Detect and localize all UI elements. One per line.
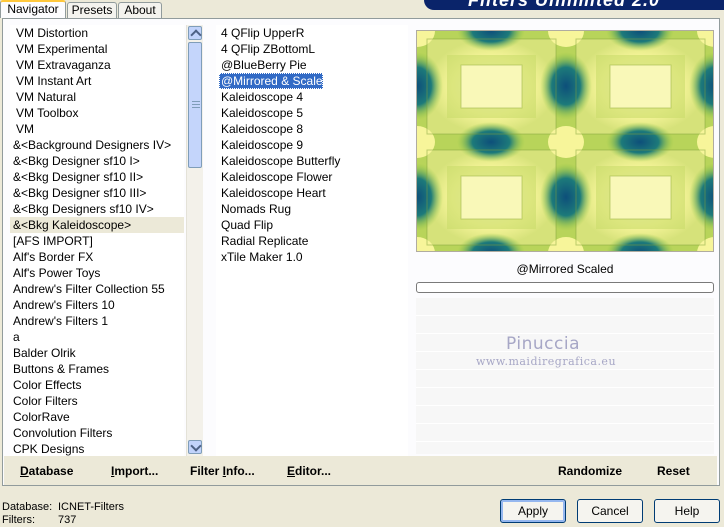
category-item[interactable]: Color Effects <box>10 377 184 393</box>
filter-info-label-pre: Filter <box>190 464 223 478</box>
database-status-value: ICNET-Filters <box>58 501 124 513</box>
filter-item[interactable]: @BlueBerry Pie <box>219 57 408 73</box>
filter-item[interactable]: Kaleidoscope 8 <box>219 121 408 137</box>
category-item[interactable]: &<Bkg Designers sf10 IV> <box>10 201 184 217</box>
help-button[interactable]: Help <box>654 499 720 523</box>
filter-list[interactable]: 4 QFlip UpperR 4 QFlip ZBottomL @BlueBerry… <box>216 25 408 457</box>
filter-item[interactable]: Quad Flip <box>219 217 408 233</box>
tab-navigator[interactable]: Navigator <box>0 0 66 18</box>
category-item[interactable]: Balder Olrik <box>10 345 184 361</box>
filter-item[interactable]: Kaleidoscope Butterfly <box>219 153 408 169</box>
category-item[interactable]: Convolution Filters <box>10 425 184 441</box>
category-item[interactable]: &<Bkg Designer sf10 II> <box>10 169 184 185</box>
filter-item[interactable]: Kaleidoscope 5 <box>219 105 408 121</box>
filter-item[interactable]: Kaleidoscope Heart <box>219 185 408 201</box>
filter-item[interactable]: @Mirrored & Scaled <box>219 73 329 89</box>
category-item[interactable]: VM Experimental <box>10 41 184 57</box>
parameter-area <box>416 298 714 454</box>
filter-item[interactable]: 4 QFlip ZBottomL <box>219 41 408 57</box>
scroll-down-icon[interactable] <box>188 440 202 454</box>
category-item[interactable]: &<Bkg Designer sf10 III> <box>10 185 184 201</box>
category-item[interactable]: Buttons & Frames <box>10 361 184 377</box>
category-item[interactable]: Alf's Power Toys <box>10 265 184 281</box>
database-button[interactable]: Database <box>20 464 73 478</box>
tab-about[interactable]: About <box>118 2 162 18</box>
category-item[interactable]: Andrew's Filters 1 <box>10 313 184 329</box>
category-item[interactable]: VM Toolbox <box>10 105 184 121</box>
apply-button[interactable]: Apply <box>500 499 566 523</box>
category-item[interactable]: VM <box>10 121 184 137</box>
randomize-button[interactable]: Randomize <box>558 464 622 478</box>
import-button[interactable]: Import... <box>111 464 158 478</box>
database-status-label: Database: <box>2 501 53 513</box>
category-item[interactable]: ColorRave <box>10 409 184 425</box>
category-item[interactable]: [AFS IMPORT] <box>10 233 184 249</box>
category-item[interactable]: Alf's Border FX <box>10 249 184 265</box>
filter-info-label-post: nfo... <box>226 464 255 478</box>
category-item[interactable]: CPK Designs <box>10 441 184 457</box>
category-item[interactable]: &<Bkg Kaleidoscope> <box>10 217 184 233</box>
filter-info-button[interactable]: Filter Info... <box>190 464 255 478</box>
scroll-thumb[interactable] <box>188 42 202 168</box>
filter-item[interactable]: Kaleidoscope 9 <box>219 137 408 153</box>
category-item[interactable]: VM Extravaganza <box>10 57 184 73</box>
watermark-url: www.maidiregrafica.eu <box>476 355 617 368</box>
category-item[interactable]: Andrew's Filter Collection 55 <box>10 281 184 297</box>
watermark-name: Pinuccia <box>506 334 580 354</box>
selected-filter-name: @Mirrored Scaled <box>516 262 614 276</box>
editor-accel: E <box>287 464 296 478</box>
cancel-button[interactable]: Cancel <box>577 499 643 523</box>
app-banner: Filters Unlimited 2.0 <box>424 0 724 10</box>
filter-item[interactable]: Kaleidoscope 4 <box>219 89 408 105</box>
category-item[interactable]: &<Background Designers IV> <box>10 137 184 153</box>
filter-item[interactable]: Nomads Rug <box>219 201 408 217</box>
scroll-up-icon[interactable] <box>188 26 202 40</box>
database-label-post: atabase <box>28 464 74 478</box>
filter-preview <box>416 30 714 252</box>
filters-count-label: Filters: <box>2 514 35 526</box>
category-item[interactable]: a <box>10 329 184 345</box>
progress-bar <box>416 282 714 293</box>
reset-button[interactable]: Reset <box>657 464 690 478</box>
editor-button[interactable]: Editor... <box>287 464 331 478</box>
tab-presets[interactable]: Presets <box>67 2 117 18</box>
editor-label-post: ditor... <box>295 464 332 478</box>
category-scrollbar[interactable] <box>186 25 203 457</box>
bottom-toolbar: Database Import... Filter Info... Editor… <box>4 456 717 485</box>
banner-title: Filters Unlimited 2.0 <box>468 0 661 10</box>
category-item[interactable]: Andrew's Filters 10 <box>10 297 184 313</box>
category-item[interactable]: &<Bkg Designer sf10 I> <box>10 153 184 169</box>
category-item[interactable]: VM Instant Art <box>10 73 184 89</box>
filter-item[interactable]: 4 QFlip UpperR <box>219 25 408 41</box>
database-accel: D <box>20 464 29 478</box>
category-item[interactable]: VM Distortion <box>10 25 184 41</box>
category-list[interactable]: VM Distortion VM Experimental VM Extravaga… <box>10 25 184 457</box>
import-label-post: mport... <box>114 464 159 478</box>
filter-item[interactable]: xTile Maker 1.0 <box>219 249 408 265</box>
category-item[interactable]: Color Filters <box>10 393 184 409</box>
filters-count-value: 737 <box>58 514 77 526</box>
filter-item[interactable]: Kaleidoscope Flower <box>219 169 408 185</box>
category-item[interactable]: VM Natural <box>10 89 184 105</box>
filter-item[interactable]: Radial Replicate <box>219 233 408 249</box>
